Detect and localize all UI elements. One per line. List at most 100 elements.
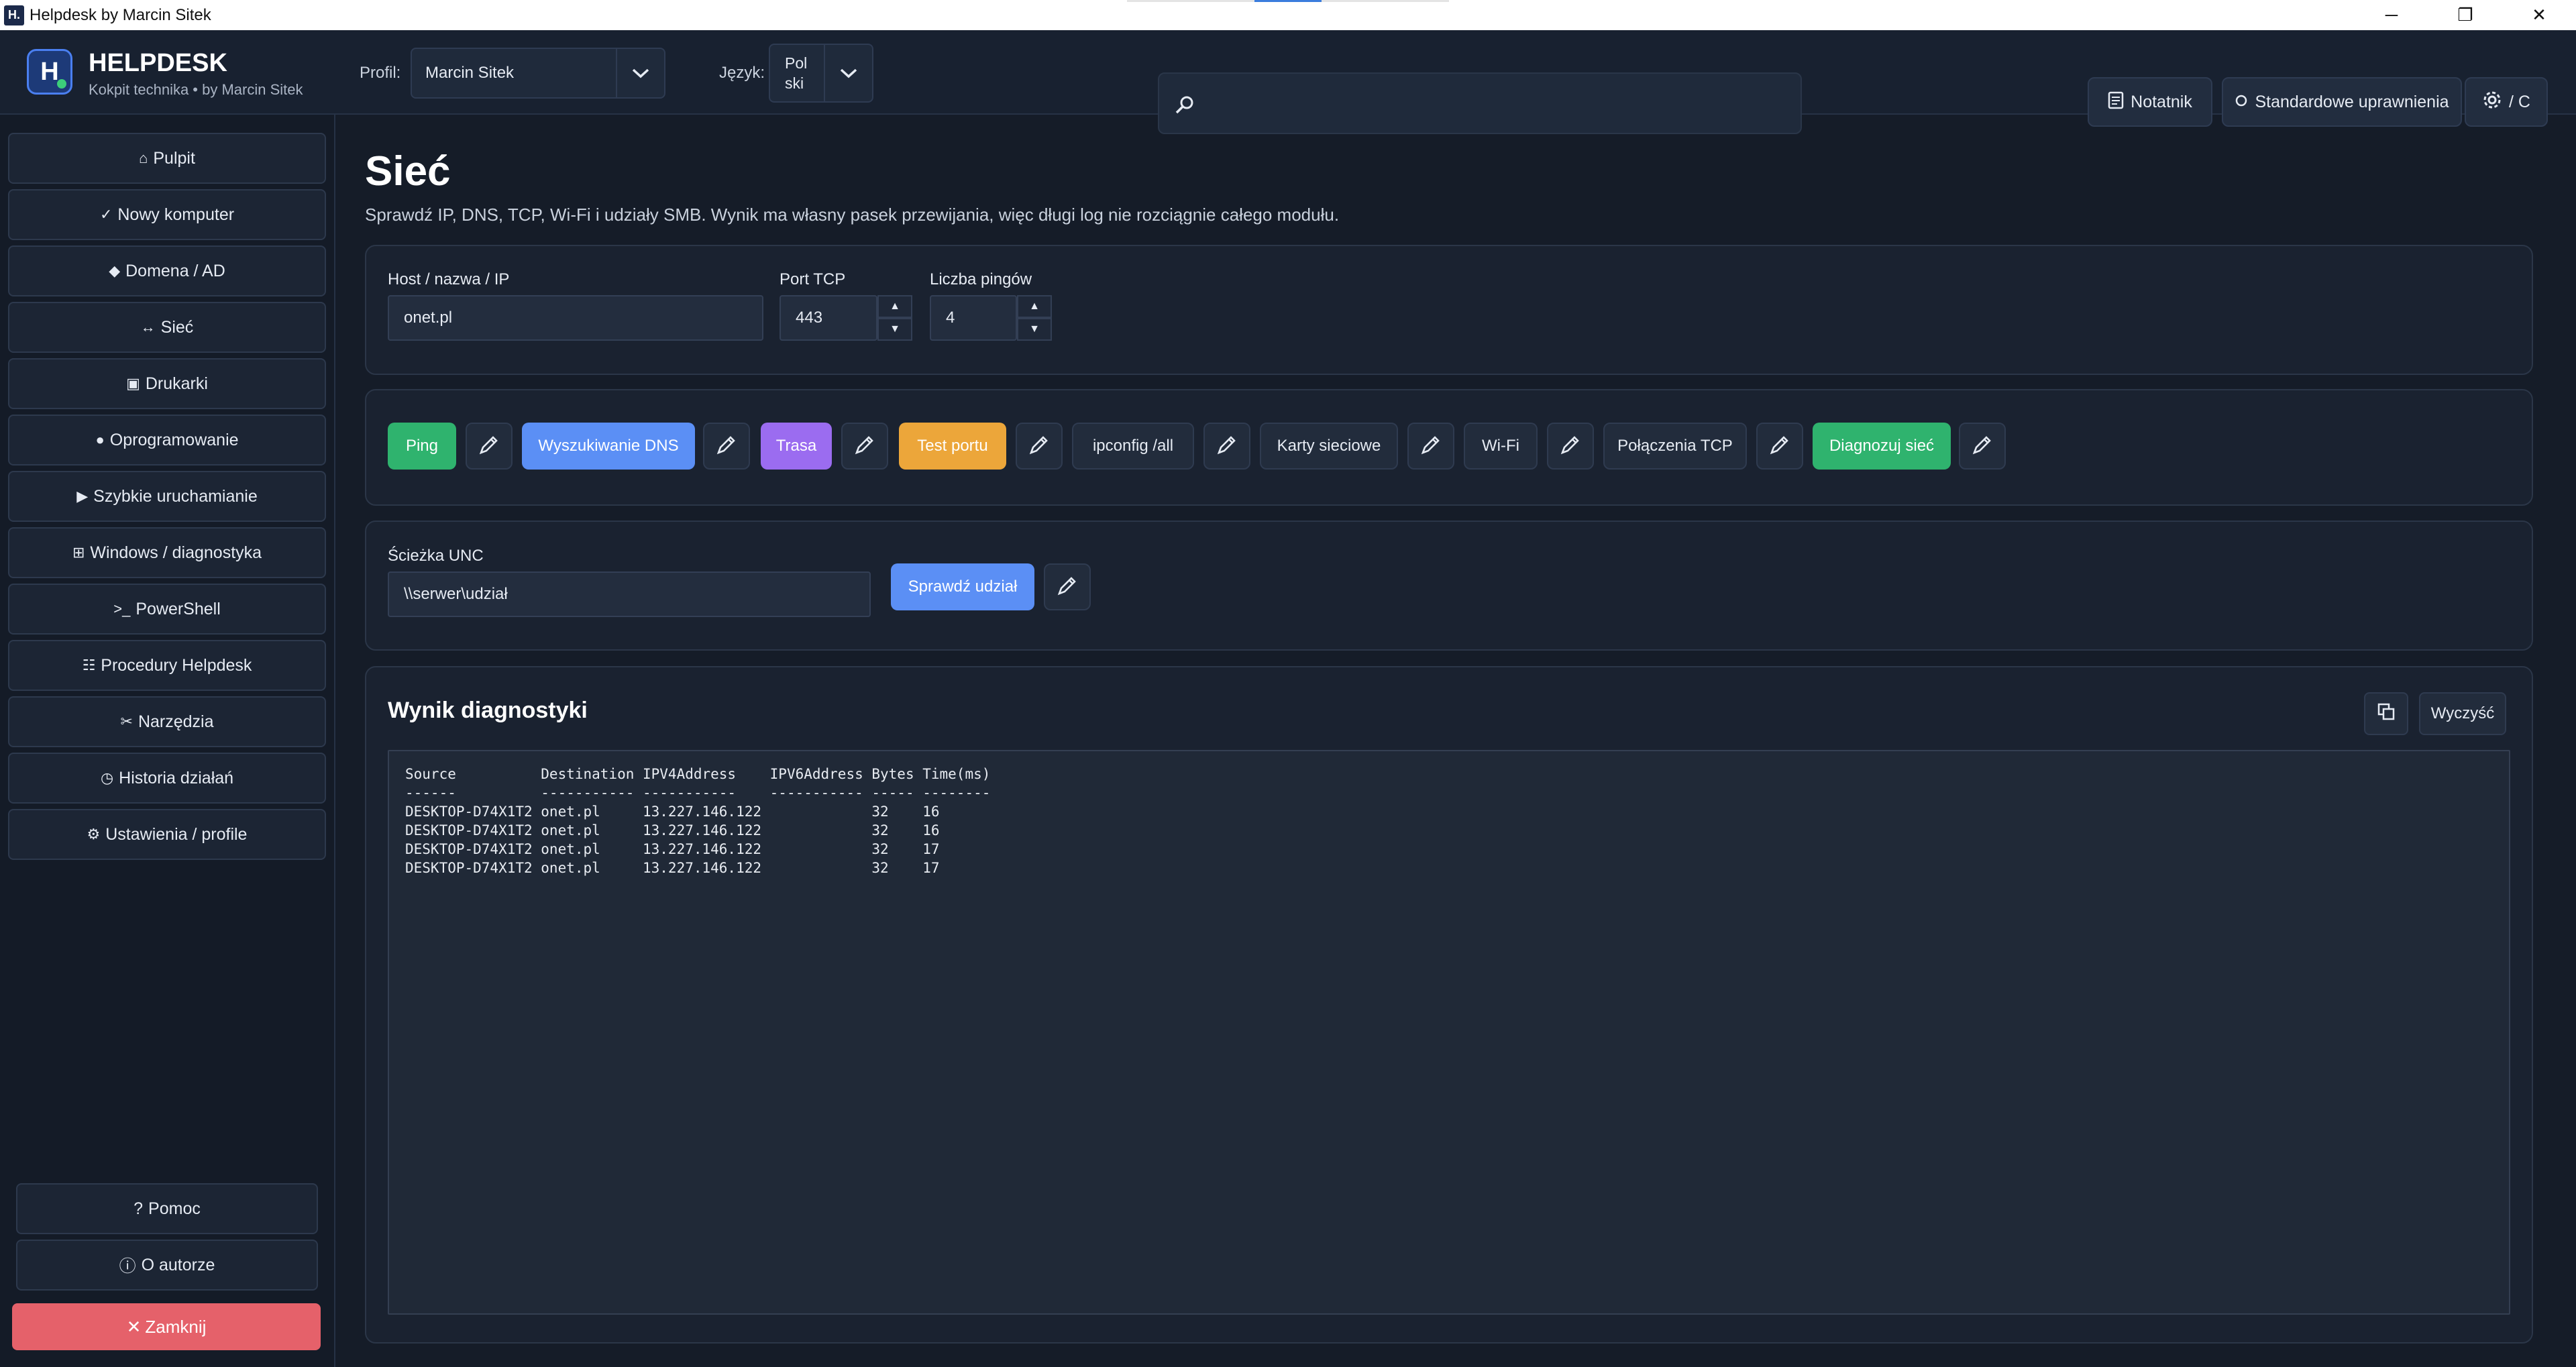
close-window-button[interactable]: ✕ <box>2502 0 2576 30</box>
diagnostic-output[interactable]: Source Destination IPV4Address IPV6Addre… <box>388 750 2510 1315</box>
sidebar-item-label: Nowy komputer <box>117 205 235 224</box>
search-input[interactable] <box>1158 72 1802 134</box>
port-input[interactable]: 443 <box>780 295 877 341</box>
info-icon: ⓘ <box>119 1257 136 1276</box>
output-line: DESKTOP-D74X1T2 onet.pl 13.227.146.122 3… <box>405 860 940 876</box>
notes-button[interactable]: Notatnik <box>2088 77 2212 127</box>
profile-select[interactable]: Marcin Sitek <box>411 48 665 99</box>
sidebar-item-szybkie-uruchamianie[interactable]: ▶ Szybkie uruchamianie <box>8 471 326 522</box>
sidebar-item-label: PowerShell <box>136 599 221 618</box>
brand-subtitle: Kokpit technika • by Marcin Sitek <box>89 81 303 98</box>
unc-label: Ścieżka UNC <box>388 547 484 565</box>
dns-lookup-button[interactable]: Wyszukiwanie DNS <box>522 423 695 470</box>
circle-icon <box>2235 93 2248 112</box>
edit-check-share-button[interactable] <box>1044 563 1091 610</box>
sidebar-item-powershell[interactable]: >_ PowerShell <box>8 584 326 635</box>
pencil-icon <box>1419 433 1443 460</box>
port-decrement-button[interactable]: ▼ <box>877 318 912 341</box>
ping-count-label: Liczba pingów <box>930 270 1032 288</box>
maximize-button[interactable]: ❐ <box>2428 0 2502 30</box>
window-titlebar: H. Helpdesk by Marcin Sitek ─ ❐ ✕ <box>0 0 2576 30</box>
ipconfig-button[interactable]: ipconfig /all <box>1072 423 1194 470</box>
ping-button[interactable]: Ping <box>388 423 456 470</box>
port-test-button[interactable]: Test portu <box>899 423 1006 470</box>
ping-count-increment-button[interactable]: ▲ <box>1017 295 1052 318</box>
close-app-button[interactable]: ✕ Zamknij <box>12 1303 321 1350</box>
app-header: H HELPDESK Kokpit technika • by Marcin S… <box>0 30 2576 134</box>
search-icon <box>1174 94 1195 119</box>
language-value: Pol ski <box>770 53 824 93</box>
edit-tcp-connections-button[interactable] <box>1756 423 1803 470</box>
titlebar-progress <box>1127 0 1449 2</box>
sidebar-item-nowy-komputer[interactable]: ✓ Nowy komputer <box>8 189 326 240</box>
tools-icon: ✂ <box>120 713 133 730</box>
tcp-connections-button[interactable]: Połączenia TCP <box>1603 423 1747 470</box>
close-icon: ✕ <box>126 1316 142 1337</box>
sidebar-item-ustawienia[interactable]: ⚙ Ustawienia / profile <box>8 809 326 860</box>
theme-label: / C <box>2509 92 2530 111</box>
edit-diagnose-network-button[interactable] <box>1959 423 2006 470</box>
pencil-icon <box>1027 433 1051 460</box>
ping-count-decrement-button[interactable]: ▼ <box>1017 318 1052 341</box>
settings-theme-button[interactable]: / C <box>2465 77 2548 127</box>
sidebar-item-label: Windows / diagnostyka <box>90 543 262 562</box>
play-icon: ▶ <box>76 488 89 504</box>
page-title: Sieć <box>365 148 451 195</box>
edit-ipconfig-button[interactable] <box>1203 423 1250 470</box>
chevron-down-icon[interactable] <box>824 45 872 101</box>
sidebar-item-drukarki[interactable]: ▣ Drukarki <box>8 358 326 409</box>
sidebar-item-windows-diagnostyka[interactable]: ⊞ Windows / diagnostyka <box>8 527 326 578</box>
window-title: Helpdesk by Marcin Sitek <box>30 5 211 24</box>
copy-output-button[interactable] <box>2364 692 2408 735</box>
sidebar-item-label: Szybkie uruchamianie <box>93 486 258 506</box>
pencil-icon <box>1215 433 1239 460</box>
windows-icon: ⊞ <box>72 544 85 561</box>
chevron-down-icon[interactable] <box>616 49 664 97</box>
notepad-icon <box>2108 91 2124 114</box>
sidebar-item-procedury[interactable]: ☷ Procedury Helpdesk <box>8 640 326 691</box>
unc-input[interactable]: \\serwer\udział <box>388 571 871 617</box>
profile-label: Profil: <box>360 64 401 82</box>
language-label: Język: <box>719 64 765 82</box>
about-button[interactable]: ⓘ O autorze <box>16 1240 318 1291</box>
sidebar-item-label: Sieć <box>160 317 194 337</box>
host-label: Host / nazwa / IP <box>388 270 510 288</box>
check-share-button[interactable]: Sprawdź udział <box>891 563 1034 610</box>
sidebar-item-oprogramowanie[interactable]: ● Oprogramowanie <box>8 415 326 466</box>
ping-count-input[interactable]: 4 <box>930 295 1017 341</box>
sidebar-item-historia[interactable]: ◷ Historia działań <box>8 753 326 804</box>
edit-network-adapters-button[interactable] <box>1407 423 1454 470</box>
language-select[interactable]: Pol ski <box>769 44 873 103</box>
help-icon: ? <box>133 1199 144 1218</box>
permissions-button[interactable]: Standardowe uprawnienia <box>2222 77 2462 127</box>
edit-dns-button[interactable] <box>703 423 750 470</box>
sidebar-item-domena[interactable]: ◆ Domena / AD <box>8 245 326 296</box>
dot-icon: ● <box>95 431 105 448</box>
copy-icon <box>2376 702 2396 726</box>
app-logo: H <box>27 49 72 95</box>
minimize-button[interactable]: ─ <box>2355 0 2428 30</box>
sidebar-item-pulpit[interactable]: ⌂ Pulpit <box>8 133 326 184</box>
arrows-icon: ↔ <box>140 319 156 335</box>
sidebar-item-siec[interactable]: ↔ Sieć <box>8 302 326 353</box>
edit-port-test-button[interactable] <box>1016 423 1063 470</box>
edit-wifi-button[interactable] <box>1547 423 1594 470</box>
clear-output-button[interactable]: Wyczyść <box>2419 692 2506 735</box>
traceroute-button[interactable]: Trasa <box>761 423 832 470</box>
gear-icon <box>2482 90 2502 115</box>
network-adapters-button[interactable]: Karty sieciowe <box>1260 423 1398 470</box>
pencil-icon <box>853 433 877 460</box>
diagnose-network-button[interactable]: Diagnozuj sieć <box>1813 423 1951 470</box>
edit-traceroute-button[interactable] <box>841 423 888 470</box>
output-line: Source Destination IPV4Address IPV6Addre… <box>405 766 991 782</box>
about-label: O autorze <box>141 1255 215 1274</box>
edit-ping-button[interactable] <box>466 423 513 470</box>
wifi-button[interactable]: Wi-Fi <box>1464 423 1538 470</box>
port-increment-button[interactable]: ▲ <box>877 295 912 318</box>
sidebar-item-label: Procedury Helpdesk <box>101 655 252 675</box>
notes-label: Notatnik <box>2131 92 2192 111</box>
sidebar-item-narzedzia[interactable]: ✂ Narzędzia <box>8 696 326 747</box>
help-button[interactable]: ? Pomoc <box>16 1183 318 1234</box>
sidebar-item-label: Historia działań <box>119 768 234 787</box>
host-input[interactable]: onet.pl <box>388 295 763 341</box>
